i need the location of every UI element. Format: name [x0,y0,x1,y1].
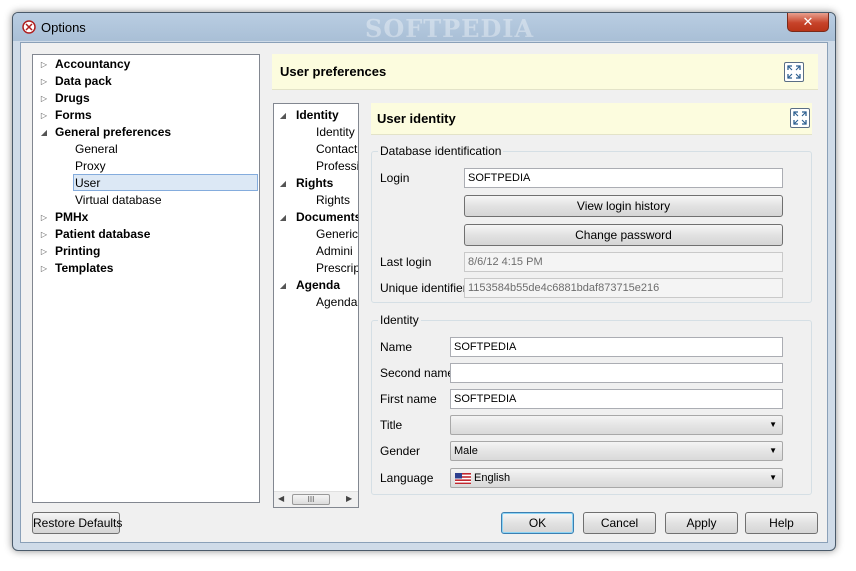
first-name-field[interactable]: SOFTPEDIA [450,389,783,409]
tree-item-label: Prescrip [316,261,359,275]
collapse-arrow-icon[interactable]: ◢ [278,175,288,192]
last-login-field: 8/6/12 4:15 PM [464,252,783,272]
page-title: User preferences [280,64,387,79]
language-select-value: English [474,472,511,484]
chevron-down-icon: ▼ [769,473,777,482]
tree-item-label: Professi [316,159,359,173]
tree-item-label: Admini [316,244,353,258]
tree-item-label: General preferences [55,125,172,139]
collapse-arrow-icon[interactable]: ◢ [278,107,288,124]
tree-item-label: Patient database [55,227,151,241]
tree-item-label: Documents [296,210,359,224]
window-title: Options [41,20,86,35]
last-login-label: Last login [380,255,432,269]
grip-icon: III [307,495,315,504]
close-icon: ✕ [802,14,814,29]
tree-item-label: PMHx [55,210,89,224]
tree-item-label: User [75,176,101,190]
section-title: User identity [377,111,456,126]
tree-item-label: Identity [316,125,355,139]
selection-highlight [73,174,258,191]
expand-arrow-icon[interactable]: ▷ [39,260,49,277]
expand-arrow-icon[interactable]: ▷ [39,73,49,90]
change-password-button[interactable]: Change password [464,224,783,246]
tree-item-label: Agenda [296,278,341,292]
chevron-down-icon: ▼ [769,420,777,429]
name-field[interactable]: SOFTPEDIA [450,337,783,357]
database-identification-group: Database identification Login SOFTPEDIA … [371,144,812,303]
expand-arrow-icon[interactable]: ▷ [39,243,49,260]
scrollbar-thumb[interactable]: III [292,494,330,505]
view-login-history-button[interactable]: View login history [464,195,783,217]
maximize-panel-button[interactable] [784,62,804,82]
options-nav-tree[interactable]: ▷ Accountancy ▷ Data pack ▷ Drugs ▷ Form… [32,54,260,503]
tree-item-label: General [75,142,118,156]
group-title: Database identification [378,144,504,158]
maximize-section-button[interactable] [790,108,810,128]
collapse-arrow-icon[interactable]: ◢ [39,124,49,141]
login-label: Login [380,171,410,185]
tree-item-label: Generic [316,227,359,241]
collapse-arrow-icon[interactable]: ◢ [278,209,288,226]
close-button[interactable]: ✕ [787,13,829,32]
app-icon [22,20,36,34]
tree-item-label: Drugs [55,91,90,105]
user-identity-header: User identity [371,103,812,135]
language-label: Language [380,471,434,485]
apply-button[interactable]: Apply [665,512,738,534]
scroll-right-icon[interactable]: ▶ [346,494,352,503]
unique-identifier-field: 1153584b55de4c6881bdaf873715e216 [464,278,783,298]
tree-item-label: Rights [296,176,334,190]
group-title: Identity [378,313,421,327]
tree-item-label: Agenda [316,295,358,309]
language-select[interactable]: English ▼ [450,468,783,488]
tree-item-label: Forms [55,108,92,122]
tree-item-label: Proxy [75,159,106,173]
collapse-arrow-icon[interactable]: ◢ [278,277,288,294]
login-field[interactable]: SOFTPEDIA [464,168,783,188]
watermark: SOFTPEDIA [365,14,535,43]
user-preferences-header: User preferences [272,54,818,90]
title-select[interactable]: ▼ [450,415,783,435]
horizontal-scrollbar[interactable]: ◀ III ▶ [274,491,358,507]
tree-item-label: Data pack [55,74,112,88]
unique-identifier-label: Unique identifier [380,281,467,295]
gender-select-value: Male [454,445,478,457]
tree-item-label: Printing [55,244,101,258]
identity-group: Identity Name SOFTPEDIA Second name Firs… [371,313,812,495]
user-identity-panel: User identity Database identification Lo… [365,103,818,508]
title-bar[interactable]: Options SOFTPEDIA ✕ [13,13,835,43]
first-name-label: First name [380,392,437,406]
chevron-down-icon: ▼ [769,446,777,455]
expand-arrow-icon[interactable]: ▷ [39,56,49,73]
tree-item-label: Accountancy [55,57,131,71]
tree-item-label: Identity [296,108,339,122]
scroll-left-icon[interactable]: ◀ [278,494,284,503]
expand-arrow-icon[interactable]: ▷ [39,90,49,107]
expand-arrow-icon[interactable]: ▷ [39,209,49,226]
us-flag-icon [455,473,471,484]
options-window: Options SOFTPEDIA ✕ ▷ Accountancy ▷ Data… [12,12,836,551]
dialog-client-area: ▷ Accountancy ▷ Data pack ▷ Drugs ▷ Form… [20,42,828,543]
gender-label: Gender [380,444,421,458]
title-label: Title [380,418,403,432]
name-label: Name [380,340,413,354]
tree-item-label: Virtual database [75,193,162,207]
ok-button[interactable]: OK [501,512,574,534]
expand-arrow-icon[interactable]: ▷ [39,107,49,124]
second-name-label: Second name [380,366,455,380]
expand-icon [793,111,807,125]
cancel-button[interactable]: Cancel [583,512,656,534]
second-name-field[interactable] [450,363,783,383]
tree-item-label: Templates [55,261,114,275]
gender-select[interactable]: Male ▼ [450,441,783,461]
tree-item-label: Rights [316,193,351,207]
expand-icon [787,65,801,79]
help-button[interactable]: Help [745,512,818,534]
tree-item-label: Contact [316,142,358,156]
restore-defaults-button[interactable]: Restore Defaults [32,512,122,534]
user-prefs-subtree[interactable]: ◢ Identity Identity Contact Professi ◢ R… [273,103,359,508]
expand-arrow-icon[interactable]: ▷ [39,226,49,243]
